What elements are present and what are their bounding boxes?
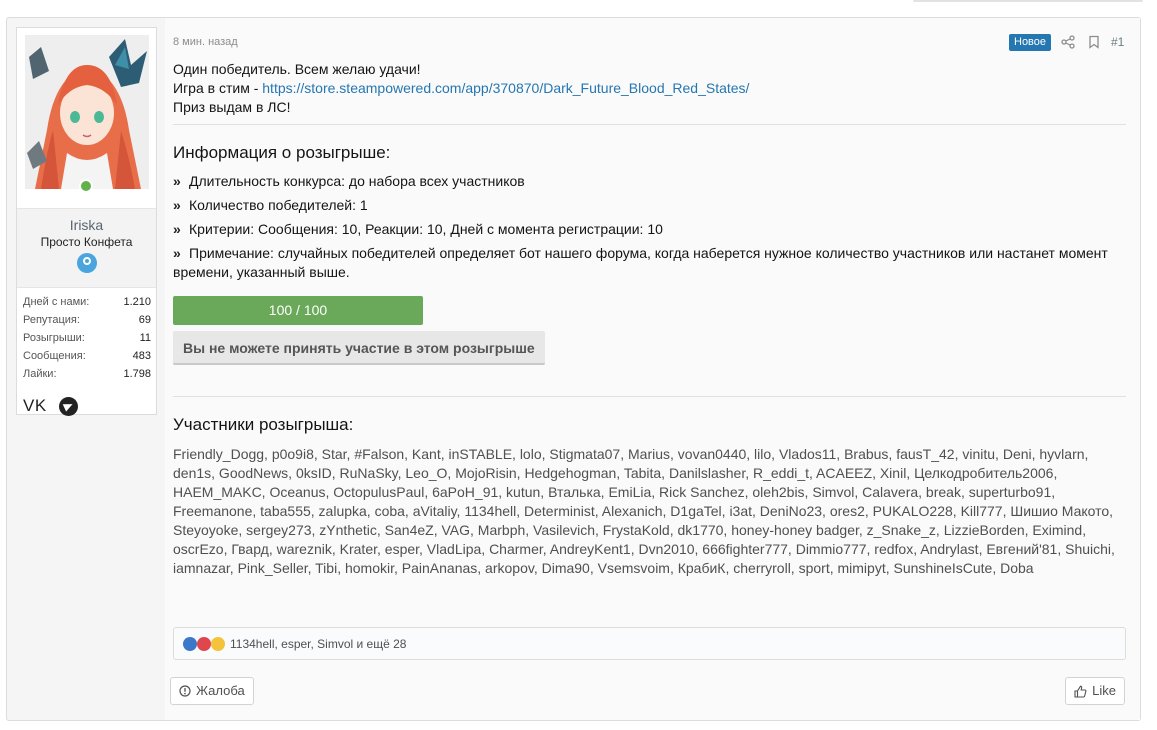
post-number[interactable]: #1 bbox=[1111, 35, 1124, 49]
stat-value: 483 bbox=[132, 350, 151, 362]
vk-link[interactable]: VK bbox=[23, 396, 47, 416]
progress-text: 100 / 100 bbox=[268, 302, 328, 318]
complain-button[interactable]: Жалоба bbox=[170, 677, 254, 705]
forum-post: Iriska Просто Конфета Дней с нами: 1.210 … bbox=[6, 17, 1141, 721]
user-card: Iriska Просто Конфета Дней с нами: 1.210 … bbox=[16, 27, 157, 416]
top-edge-element bbox=[913, 0, 1143, 2]
participants-list: Friendly_Dogg, p0o9i8, Star, #Falson, Ka… bbox=[173, 446, 1115, 576]
post-line-3: Приз выдам в ЛС! bbox=[173, 99, 291, 115]
user-stats: Дней с нами: 1.210 Репутация: 69 Розыгрыши… bbox=[23, 293, 151, 383]
giveaway-note-text: Примечание: случайных победителей опреде… bbox=[173, 245, 1108, 280]
giveaway-winners-text: Количество победителей: 1 bbox=[189, 197, 368, 213]
giveaway-info-title: Информация о розыгрыше: bbox=[173, 143, 391, 162]
reactions-summary[interactable]: 1134hell, esper, Simvol и ещё 28 bbox=[230, 637, 406, 651]
username[interactable]: Iriska bbox=[17, 217, 156, 233]
new-badge: Новое bbox=[1009, 34, 1052, 51]
stat-label: Розыгрыши: bbox=[23, 332, 85, 344]
stat-label: Сообщения: bbox=[23, 350, 86, 362]
post-body: Один победитель. Всем желаю удачи! Игра … bbox=[173, 60, 1126, 117]
participants-title: Участники розыгрыша: bbox=[173, 415, 354, 434]
stat-label: Лайки: bbox=[23, 368, 57, 380]
cannot-join-button[interactable]: Вы не можете принять участие в этом розы… bbox=[173, 331, 545, 365]
social-links: VK bbox=[23, 396, 78, 416]
bullet-icon: » bbox=[173, 197, 181, 213]
user-badge-icon[interactable] bbox=[76, 253, 97, 273]
post-line-2: Игра в стим - https://store.steampowered… bbox=[173, 79, 1126, 98]
giveaway-winners: » Количество победителей: 1 bbox=[173, 196, 1126, 215]
stat-value: 1.798 bbox=[123, 368, 151, 380]
steam-store-link[interactable]: https://store.steampowered.com/app/37087… bbox=[262, 80, 749, 96]
complain-label: Жалоба bbox=[196, 683, 245, 698]
giveaway-duration-text: Длительность конкурса: до набора всех уч… bbox=[189, 173, 525, 189]
warning-icon bbox=[179, 685, 191, 697]
stat-value: 69 bbox=[138, 314, 151, 326]
stat-reputation: Репутация: 69 bbox=[23, 311, 151, 329]
stat-days: Дней с нами: 1.210 bbox=[23, 293, 151, 311]
avatar[interactable] bbox=[25, 35, 149, 189]
post-line-2-prefix: Игра в стим - bbox=[173, 80, 263, 96]
thumbs-up-icon bbox=[1074, 685, 1087, 698]
post-main: 8 мин. назад Новое #1 Один победитель. В… bbox=[165, 18, 1140, 720]
stat-value: 11 bbox=[139, 332, 151, 344]
bullet-icon: » bbox=[173, 245, 181, 261]
post-line-1: Один победитель. Всем желаю удачи! bbox=[173, 61, 421, 77]
stat-messages: Сообщения: 483 bbox=[23, 347, 151, 365]
like-reaction-icon bbox=[183, 636, 197, 651]
wow-reaction-icon bbox=[211, 636, 225, 651]
avatar-illustration bbox=[25, 35, 149, 189]
reactions-bar[interactable]: 1134hell, esper, Simvol и ещё 28 bbox=[173, 627, 1126, 660]
giveaway-note: » Примечание: случайных победителей опред… bbox=[173, 244, 1126, 282]
bullet-icon: » bbox=[173, 221, 181, 237]
bullet-icon: » bbox=[173, 173, 181, 189]
bookmark-icon[interactable] bbox=[1087, 35, 1101, 49]
giveaway-criteria: » Критерии: Сообщения: 10, Реакции: 10, Д… bbox=[173, 220, 1126, 239]
divider bbox=[173, 396, 1126, 397]
stat-giveaways: Розыгрыши: 11 bbox=[23, 329, 151, 347]
stat-label: Дней с нами: bbox=[23, 296, 90, 308]
giveaway-duration: » Длительность конкурса: до набора всех у… bbox=[173, 172, 1126, 191]
stat-likes: Лайки: 1.798 bbox=[23, 365, 151, 383]
giveaway-info-list: » Длительность конкурса: до набора всех у… bbox=[173, 172, 1126, 287]
user-title: Просто Конфета bbox=[40, 235, 133, 249]
online-status-icon bbox=[79, 179, 93, 193]
love-reaction-icon bbox=[197, 636, 211, 651]
telegram-icon[interactable] bbox=[58, 396, 78, 416]
stat-label: Репутация: bbox=[23, 314, 80, 326]
stat-value: 1.210 bbox=[123, 296, 151, 308]
post-time[interactable]: 8 мин. назад bbox=[173, 36, 238, 48]
user-meta: Iriska Просто Конфета bbox=[17, 208, 156, 288]
like-button[interactable]: Like bbox=[1065, 677, 1125, 705]
share-icon[interactable] bbox=[1061, 35, 1075, 49]
divider bbox=[173, 124, 1126, 125]
participants-progress-bar: 100 / 100 bbox=[173, 296, 423, 325]
like-label: Like bbox=[1092, 683, 1116, 698]
giveaway-criteria-text: Критерии: Сообщения: 10, Реакции: 10, Дн… bbox=[189, 221, 663, 237]
